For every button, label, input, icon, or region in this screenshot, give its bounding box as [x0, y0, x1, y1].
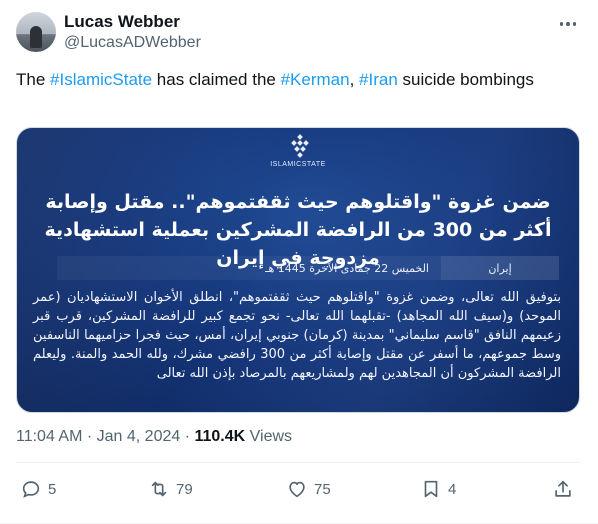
more-icon[interactable] [556, 14, 580, 34]
reply-count: 5 [48, 480, 57, 498]
author-name[interactable]: Lucas Webber [64, 12, 180, 32]
reply-button[interactable]: 5 [20, 478, 56, 500]
views-label: Views [245, 428, 293, 445]
tweet-media-image[interactable]: ISLAMICSTATE ضمن غزوة "واقتلوهم حيث ثقفت… [16, 127, 580, 413]
tweet-date[interactable]: Jan 4, 2024 [97, 428, 181, 445]
media-date: الخميس 22 جمادى الآخرة 1445 هـ [57, 256, 441, 280]
tweet-text-segment: has claimed the [152, 70, 281, 89]
tweet-time[interactable]: 11:04 AM [16, 428, 82, 445]
retweet-button[interactable]: 79 [148, 478, 193, 500]
divider [16, 462, 580, 463]
media-country: إيران [441, 256, 559, 280]
retweet-count: 79 [176, 480, 193, 498]
bookmark-button[interactable]: 4 [420, 478, 456, 500]
tweet-text-segment: The [16, 70, 51, 89]
tweet-text-segment: , [349, 70, 360, 89]
author-handle[interactable]: @LucasADWebber [64, 34, 201, 52]
like-button[interactable]: 75 [286, 478, 331, 500]
logo-caption: ISLAMICSTATE [270, 161, 326, 168]
bookmark-icon [424, 480, 438, 498]
bookmark-count: 4 [448, 480, 457, 498]
media-date-bar: إيران الخميس 22 جمادى الآخرة 1445 هـ [57, 256, 559, 280]
hashtag-link[interactable]: #Kerman [281, 70, 350, 89]
meta-separator: · [82, 428, 97, 445]
reply-icon [22, 481, 40, 498]
hashtag-link[interactable]: #Iran [359, 70, 398, 89]
hashtag-link[interactable]: #IslamicState [50, 70, 152, 89]
like-count: 75 [314, 480, 331, 498]
tweet-meta: 11:04 AM · Jan 4, 2024 · 110.4K Views [16, 428, 292, 446]
tweet: Lucas Webber @LucasADWebber The #Islamic… [0, 0, 598, 524]
meta-separator: · [180, 428, 195, 445]
retweet-icon [151, 481, 167, 497]
views-count: 110.4K [194, 428, 246, 445]
action-bar: 5 79 75 4 [0, 472, 598, 512]
islamic-state-logo-icon [291, 134, 309, 158]
tweet-text: The #IslamicState has claimed the #Kerma… [16, 68, 576, 92]
avatar[interactable] [16, 12, 56, 52]
share-icon [555, 480, 571, 497]
media-body-text: بتوفيق الله تعالى، وضمن غزوة "واقتلوهم ح… [33, 290, 562, 381]
heart-icon [289, 481, 305, 498]
share-button[interactable] [552, 478, 574, 500]
tweet-text-segment: suicide bombings [397, 70, 534, 89]
